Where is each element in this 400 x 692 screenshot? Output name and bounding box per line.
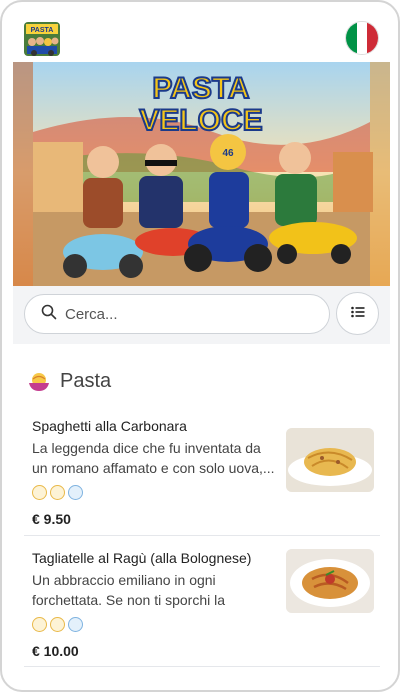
item-description: Un abbraccio emiliano in ogni forchettat… [32,572,225,608]
wheat-icon [32,617,47,632]
category-title: Pasta [60,370,112,392]
item-photo-carbonara[interactable] [286,428,374,492]
item-price: € 9.50 [32,511,71,527]
item-name: Tagliatelle al Ragù (alla Bolognese) [32,550,252,566]
item-price: € 10.00 [32,643,79,659]
italy-flag-icon[interactable] [345,21,379,55]
wheat-icon [32,485,47,500]
search-row [13,286,390,344]
egg-icon [50,617,65,632]
menu-item[interactable]: Tagliatelle al Ragù (alla Bolognese) Un … [24,549,378,659]
top-bar: PASTA [2,2,398,62]
hero-title-line2: VELOCE [139,104,262,137]
milk-icon [68,617,83,632]
item-name: Spaghetti alla Carbonara [32,418,187,434]
category-list-button[interactable] [336,292,379,335]
item-photo-tagliatelle[interactable] [286,549,374,613]
allergen-list [32,617,83,632]
phone-frame: PASTA PASTA VELOCE 46 Cerca... Pasta Spa… [0,0,400,692]
milk-icon [68,485,83,500]
search-bar[interactable] [24,294,330,334]
item-divider [24,666,380,667]
search-input[interactable] [65,305,285,323]
svg-text:PASTA: PASTA [31,27,54,34]
allergen-list [32,485,83,500]
category-header: Pasta [28,370,111,393]
helmet-number: 46 [222,148,234,159]
menu-item[interactable]: Spaghetti alla Carbonara La leggenda dic… [24,418,378,527]
pasta-bowl-icon [28,371,50,393]
pasta-veloce-logo[interactable]: PASTA [24,22,60,56]
item-divider [24,535,380,536]
item-description: La leggenda dice che fu inventata da un … [32,440,275,476]
list-icon [350,305,365,323]
search-icon [41,304,57,325]
egg-icon [50,485,65,500]
hero-banner: PASTA VELOCE 46 [13,62,390,286]
hero-title-line1: PASTA [152,72,249,105]
